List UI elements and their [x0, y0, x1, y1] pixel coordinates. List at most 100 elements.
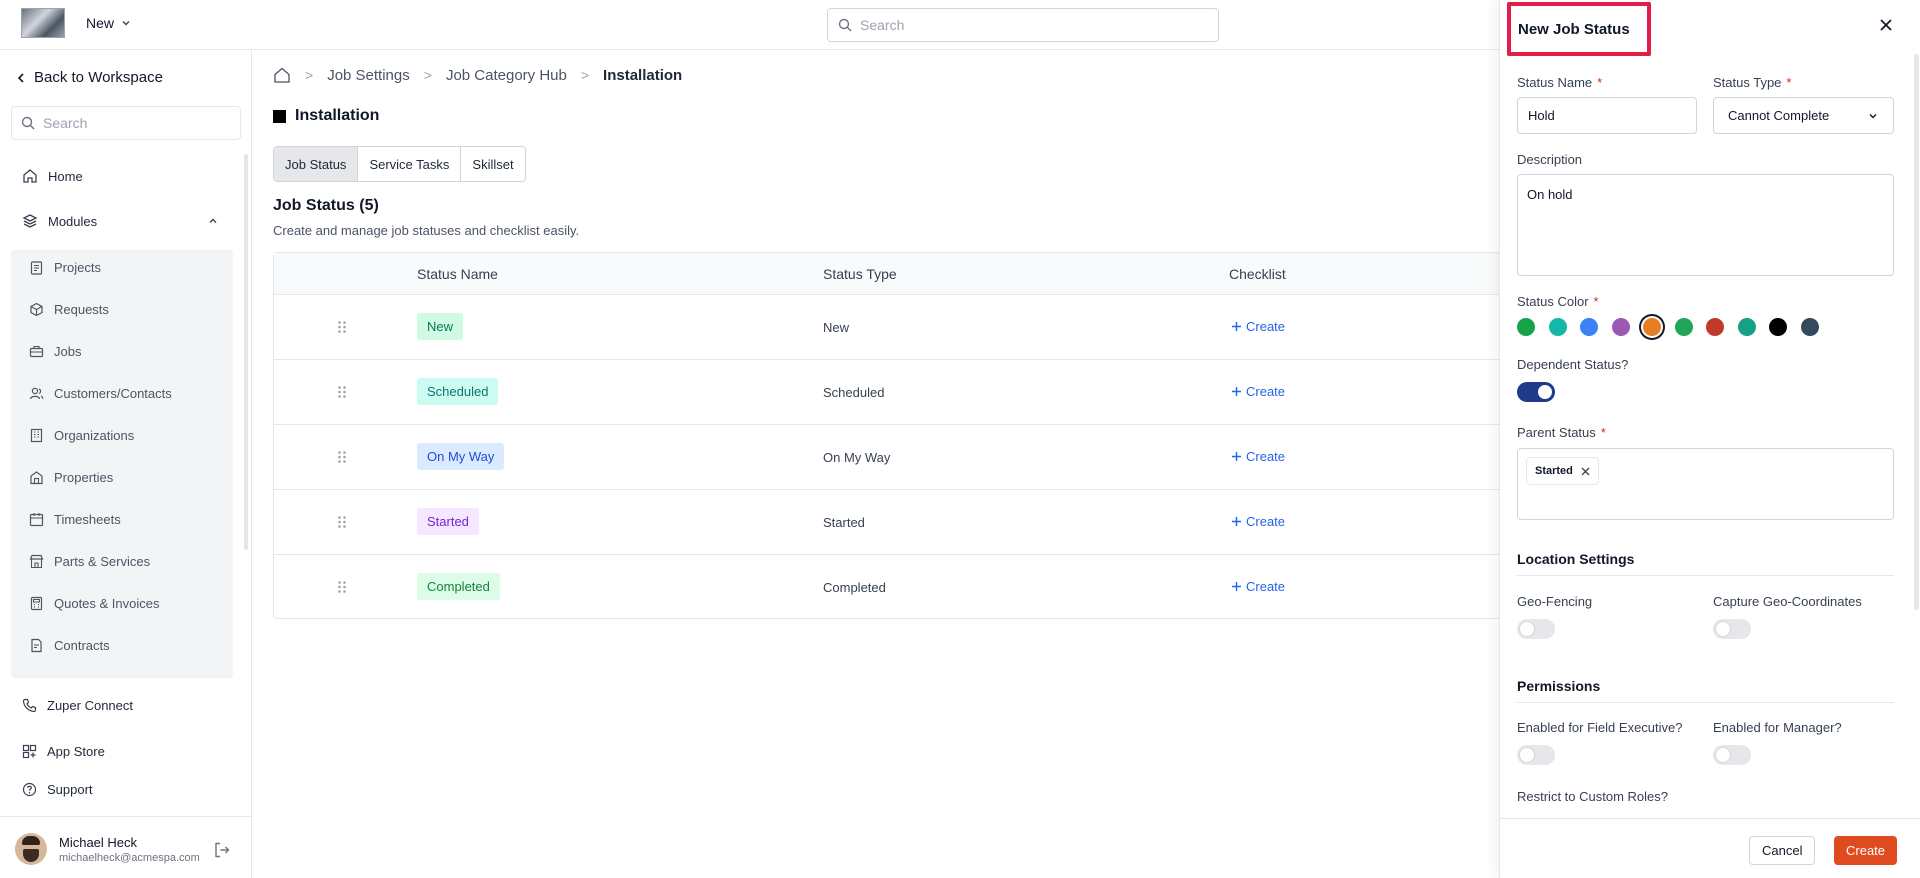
status-badge: Started: [417, 508, 479, 535]
status-type-cell: Completed: [823, 580, 886, 595]
global-search[interactable]: [827, 8, 1219, 42]
new-button-label: New: [86, 15, 115, 31]
contract-icon: [31, 638, 42, 653]
sidebar-item-contracts[interactable]: Contracts: [29, 638, 110, 653]
property-icon: [30, 471, 43, 485]
sidebar-item-home[interactable]: Home: [22, 168, 83, 184]
create-button[interactable]: Create: [1834, 836, 1898, 865]
geo-fencing-toggle[interactable]: [1517, 619, 1555, 639]
sidebar-item-label: Zuper Connect: [47, 698, 133, 713]
sidebar-item-parts-services[interactable]: Parts & Services: [29, 554, 150, 569]
sidebar-item-label: Parts & Services: [54, 554, 151, 569]
color-swatch[interactable]: [1674, 318, 1693, 336]
drag-handle-icon[interactable]: [337, 320, 347, 334]
tab-service-tasks[interactable]: Service Tasks: [358, 147, 462, 181]
sidebar-item-support[interactable]: Support: [22, 782, 93, 797]
clipboard-icon: [30, 261, 43, 275]
color-swatch[interactable]: [1580, 318, 1598, 336]
back-to-workspace-link[interactable]: Back to Workspace: [16, 69, 163, 86]
status-type-cell: On My Way: [823, 450, 891, 465]
create-checklist-link[interactable]: Create: [1231, 319, 1285, 334]
box-icon: [30, 302, 43, 317]
drawer-scrollbar[interactable]: [1914, 54, 1919, 610]
logout-icon[interactable]: [213, 841, 231, 859]
permissions-heading: Permissions: [1517, 678, 1601, 694]
color-swatch[interactable]: [1737, 318, 1756, 336]
sidebar-item-customers[interactable]: Customers/Contacts: [29, 386, 172, 401]
create-checklist-link[interactable]: Create: [1231, 384, 1285, 399]
chip-label: Started: [1535, 465, 1573, 477]
table-row: On My Way On My Way Create: [274, 425, 1502, 490]
drag-handle-icon[interactable]: [337, 385, 347, 399]
new-button[interactable]: New: [86, 15, 132, 31]
manager-toggle[interactable]: [1713, 745, 1751, 765]
color-swatch[interactable]: [1769, 318, 1787, 336]
sidebar-search-input[interactable]: [43, 115, 223, 131]
remove-chip-icon[interactable]: [1581, 467, 1590, 476]
company-logo[interactable]: [21, 8, 65, 38]
page-title-text: Installation: [295, 107, 380, 124]
parent-status-input[interactable]: Started: [1517, 448, 1894, 520]
briefcase-icon: [29, 345, 44, 358]
dependent-status-toggle[interactable]: [1517, 382, 1555, 402]
description-label: Description: [1517, 152, 1583, 167]
close-icon[interactable]: [1879, 18, 1893, 32]
sidebar-item-zuper-connect[interactable]: Zuper Connect: [22, 698, 133, 713]
geo-fencing-label: Geo-Fencing: [1517, 594, 1593, 609]
home-icon[interactable]: [273, 66, 291, 84]
sidebar-item-label: Contracts: [54, 638, 110, 653]
home-icon: [23, 169, 37, 183]
sidebar-item-timesheets[interactable]: Timesheets: [29, 512, 121, 527]
tab-job-status[interactable]: Job Status: [274, 147, 359, 181]
sidebar-item-projects[interactable]: Projects: [29, 260, 101, 275]
create-checklist-label: Create: [1246, 319, 1286, 334]
phone-icon: [22, 698, 37, 713]
color-swatch[interactable]: [1706, 318, 1724, 336]
create-checklist-link[interactable]: Create: [1231, 579, 1285, 594]
field-executive-toggle[interactable]: [1517, 745, 1555, 765]
plus-icon: [1232, 517, 1241, 526]
sidebar-item-organizations[interactable]: Organizations: [29, 428, 134, 443]
calendar-icon: [29, 513, 44, 527]
search-icon: [838, 18, 852, 32]
sidebar-item-requests[interactable]: Requests: [29, 302, 109, 317]
color-swatch[interactable]: [1548, 318, 1567, 336]
sidebar-item-properties[interactable]: Properties: [29, 470, 113, 485]
color-swatch[interactable]: [1611, 318, 1630, 336]
drag-handle-icon[interactable]: [337, 515, 347, 529]
color-swatch[interactable]: [1800, 318, 1819, 336]
status-name-input[interactable]: Hold: [1517, 97, 1697, 134]
tab-bar: Job Status Service Tasks Skillset: [273, 146, 526, 182]
sidebar-scrollbar[interactable]: [244, 154, 248, 550]
color-swatch[interactable]: [1517, 318, 1535, 336]
user-profile: Michael Heck michaelheck@acmespa.com: [0, 816, 252, 878]
drag-handle-icon[interactable]: [337, 580, 347, 594]
sidebar-item-quotes-invoices[interactable]: Quotes & Invoices: [29, 596, 160, 611]
status-badge: New: [417, 313, 464, 340]
breadcrumb-job-settings[interactable]: Job Settings: [327, 67, 410, 84]
field-executive-label: Enabled for Field Executive?: [1517, 720, 1683, 735]
create-checklist-link[interactable]: Create: [1231, 449, 1285, 464]
breadcrumb-job-category-hub[interactable]: Job Category Hub: [446, 67, 567, 84]
dependent-status-label: Dependent Status?: [1517, 357, 1629, 372]
avatar[interactable]: [15, 833, 47, 865]
sidebar-item-app-store[interactable]: App Store: [22, 744, 105, 759]
drag-handle-icon[interactable]: [337, 450, 347, 464]
tab-skillset[interactable]: Skillset: [461, 147, 525, 181]
status-type-select[interactable]: Cannot Complete: [1713, 97, 1894, 134]
sidebar: Back to Workspace Home Modules Projects …: [0, 50, 252, 878]
parent-status-label: Parent Status *: [1517, 425, 1606, 440]
global-search-input[interactable]: [860, 17, 1200, 33]
table-row: Started Started Create: [274, 490, 1502, 555]
cancel-button[interactable]: Cancel: [1749, 836, 1816, 865]
sidebar-item-modules[interactable]: Modules: [22, 213, 222, 229]
sidebar-item-jobs[interactable]: Jobs: [29, 344, 81, 359]
sidebar-item-label: App Store: [47, 744, 105, 759]
chevron-left-icon: [17, 72, 24, 83]
create-checklist-link[interactable]: Create: [1231, 514, 1285, 529]
sidebar-search[interactable]: [11, 106, 241, 140]
sidebar-item-label: Properties: [54, 470, 114, 485]
capture-geo-toggle[interactable]: [1713, 619, 1751, 639]
description-textarea[interactable]: On hold: [1517, 174, 1894, 276]
color-swatch[interactable]: [1643, 318, 1661, 336]
